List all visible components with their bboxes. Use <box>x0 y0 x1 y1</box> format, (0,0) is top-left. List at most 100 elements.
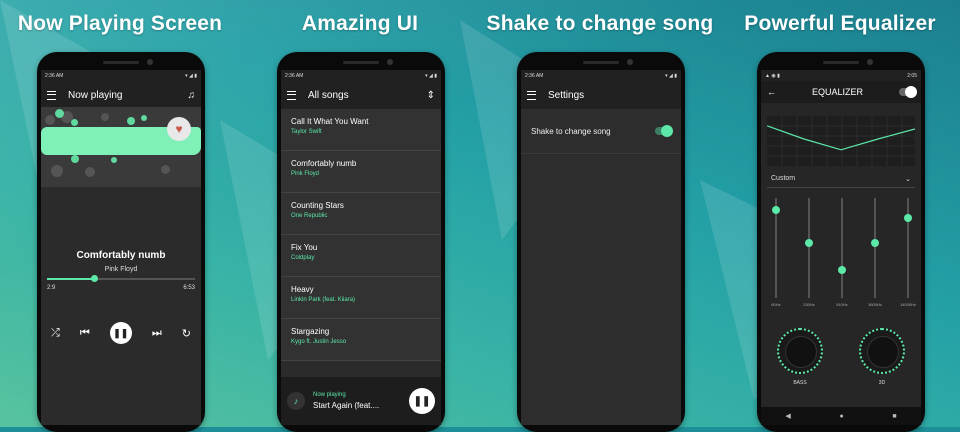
panel-title: Powerful Equalizer <box>744 12 936 35</box>
list-item[interactable]: Comfortably numb Pink Floyd <box>281 151 441 193</box>
list-item[interactable]: Counting Stars One Republic <box>281 193 441 235</box>
camera <box>867 59 873 65</box>
visualizer-dot <box>55 109 64 118</box>
equalizer-title: EQUALIZER <box>811 87 863 97</box>
phone: 2:36 AM ▾ ◢ ▮ All songs ⇕ Call It What Y… <box>277 52 445 432</box>
equalizer-bar: ← EQUALIZER <box>761 81 921 103</box>
camera <box>147 59 153 65</box>
panel-all-songs: Amazing UI 2:36 AM ▾ ◢ ▮ All songs ⇕ Cal… <box>240 0 480 432</box>
status-time: 2:36 AM <box>285 72 304 79</box>
song-title: Call It What You Want <box>291 117 369 126</box>
toggle-knob <box>905 86 917 98</box>
panel-settings: Shake to change song 2:36 AM ▾ ◢ ▮ Setti… <box>480 0 720 432</box>
back-arrow-icon[interactable]: ← <box>767 87 776 97</box>
band-slider-track[interactable] <box>772 198 780 298</box>
pause-icon: ❚❚ <box>413 395 431 407</box>
pause-icon: ❚❚ <box>113 327 129 338</box>
app-bar: Settings <box>521 81 681 109</box>
elapsed-time: 2:9 <box>47 285 56 291</box>
list-item[interactable]: Fix You Coldplay <box>281 235 441 277</box>
menu-icon[interactable] <box>527 90 536 100</box>
menu-icon[interactable] <box>287 90 296 100</box>
toggle-knob <box>661 125 673 137</box>
app-bar-title: All songs <box>308 89 349 101</box>
status-time: 2:36 AM <box>45 72 64 79</box>
visualizer-dot <box>85 167 95 177</box>
band-slider-track[interactable] <box>904 198 912 298</box>
status-icons: ▾ ◢ ▮ <box>665 72 677 79</box>
knob-dial <box>867 336 899 368</box>
band-slider-handle[interactable] <box>805 239 813 247</box>
visualizer-dot <box>101 113 109 121</box>
visualizer-dot <box>51 165 63 177</box>
song-artist: Linkin Park (feat. Kiiara) <box>291 297 356 303</box>
seek-handle[interactable] <box>91 275 99 282</box>
song-title: Counting Stars <box>291 201 344 210</box>
band-frequency-label: 3600Hz <box>868 302 882 307</box>
band-slider-track[interactable] <box>871 198 879 298</box>
menu-icon[interactable] <box>47 90 56 100</box>
visualizer: ♥ <box>41 107 201 187</box>
mini-player-text: Now playing Start Again (feat.... <box>313 392 409 410</box>
screen: 2:36 AM ▾ ◢ ▮ Settings Shake to change s… <box>521 70 681 425</box>
sort-icon[interactable]: ⇕ <box>427 90 435 101</box>
pause-button[interactable]: ❚❚ <box>409 388 435 414</box>
skip-previous-icon[interactable]: ⏮ <box>80 327 90 340</box>
bass-knob[interactable] <box>777 328 823 374</box>
speaker <box>583 61 619 64</box>
status-icons: ▾ ◢ ▮ <box>425 72 437 79</box>
band-sliders: 60Hz 230Hz 910Hz 3600Hz 14000Hz <box>767 198 916 308</box>
list-item[interactable]: Heavy Linkin Park (feat. Kiiara) <box>281 277 441 319</box>
band-slider-track[interactable] <box>838 198 846 298</box>
heart-icon[interactable]: ♥ <box>167 117 191 141</box>
knob-dial <box>785 336 817 368</box>
shuffle-icon[interactable]: ⤮ <box>51 327 60 340</box>
panel-title: Amazing UI <box>301 12 419 35</box>
band-slider-handle[interactable] <box>772 206 780 214</box>
band-slider-handle[interactable] <box>871 239 879 247</box>
nav-recents-icon[interactable]: ■ <box>892 413 896 420</box>
song-artist: Taylor Swift <box>291 129 322 135</box>
seek-bar[interactable] <box>47 275 195 282</box>
song-title: Comfortably numb <box>291 159 357 168</box>
nav-back-icon[interactable]: ◀ <box>785 412 790 420</box>
equalizer-toggle[interactable] <box>899 86 917 98</box>
chevron-down-icon: ⌄ <box>905 175 911 183</box>
status-bar: 2:36 AM ▾ ◢ ▮ <box>41 70 201 81</box>
status-time: 2:05 <box>907 72 917 79</box>
mini-player[interactable]: ♪ Now playing Start Again (feat.... ❚❚ <box>281 377 441 425</box>
shake-toggle[interactable] <box>655 125 673 137</box>
total-time: 6:53 <box>183 285 195 291</box>
visualizer-dot <box>45 115 55 125</box>
skip-next-icon[interactable]: ⏭ <box>152 327 162 340</box>
speaker <box>343 61 379 64</box>
notification-icons: ▲ ◉ ▮ <box>765 72 780 79</box>
status-bar: 2:36 AM ▾ ◢ ▮ <box>521 70 681 81</box>
visualizer-dot <box>111 157 117 163</box>
nav-home-icon[interactable]: ● <box>839 413 843 420</box>
bass-label: BASS <box>793 380 807 386</box>
status-bar: 2:36 AM ▾ ◢ ▮ <box>281 70 441 81</box>
repeat-icon[interactable]: ↻ <box>182 327 191 340</box>
phone: 2:36 AM ▾ ◢ ▮ Settings Shake to change s… <box>517 52 685 432</box>
pause-button[interactable]: ❚❚ <box>109 322 132 344</box>
3d-label: 3D <box>878 380 886 386</box>
band-frequency-label: 60Hz <box>771 302 781 307</box>
song-artist: Pink Floyd <box>104 266 138 273</box>
status-time: 2:36 AM <box>525 72 544 79</box>
shake-setting-row[interactable]: Shake to change song <box>521 109 681 154</box>
queue-music-icon[interactable]: ♫ <box>188 90 196 101</box>
list-item[interactable]: Stargazing Kygo ft. Justin Jesso <box>281 319 441 361</box>
3d-knob[interactable] <box>859 328 905 374</box>
list-item[interactable]: Call It What You Want Taylor Swift <box>281 109 441 151</box>
song-title: Heavy <box>291 285 314 294</box>
preset-dropdown[interactable]: Custom ⌄ <box>767 170 915 188</box>
band-slider-track[interactable] <box>805 198 813 298</box>
song-title: Comfortably numb <box>76 250 166 261</box>
band-frequency-label: 910Hz <box>836 302 848 307</box>
app-bar-title: Settings <box>548 89 585 101</box>
band-slider-handle[interactable] <box>838 266 846 274</box>
band-slider-handle[interactable] <box>904 214 912 222</box>
song-artist: Coldplay <box>291 255 315 261</box>
speaker <box>823 61 859 64</box>
